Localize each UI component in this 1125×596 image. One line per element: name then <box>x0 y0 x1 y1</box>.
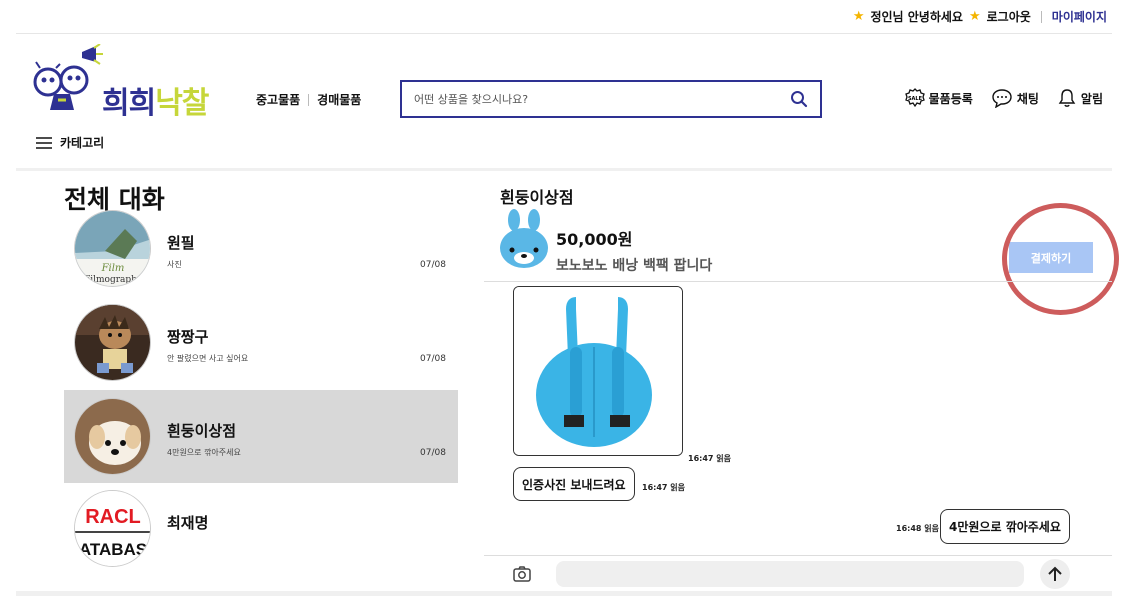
bottom-strip <box>16 591 1112 596</box>
logo-mascot-icon <box>33 43 103 110</box>
star-icon: ★ <box>852 9 865 24</box>
product-thumbnail[interactable] <box>498 208 550 270</box>
hamburger-icon <box>36 136 52 149</box>
svg-text:SALE: SALE <box>908 96 923 102</box>
avatar <box>74 398 151 475</box>
message-time: 16:47 읽음 <box>688 454 731 463</box>
divider <box>16 168 1112 171</box>
highlight-circle <box>1002 203 1119 315</box>
nav-auction-goods[interactable]: 경매물품 <box>317 91 361 108</box>
svg-text:Filmography: Filmography <box>84 275 143 285</box>
message-image[interactable] <box>513 286 683 456</box>
svg-text:Film: Film <box>101 263 125 274</box>
search-input[interactable] <box>414 92 790 106</box>
divider <box>16 33 1112 34</box>
avatar: Film Filmography <box>74 210 151 287</box>
register-item-button[interactable]: SALE 물품등록 <box>904 88 973 108</box>
chat-last-message: 4만원으로 깎아주세요 <box>167 448 241 457</box>
chat-list-item-active[interactable]: 흰둥이상점 4만원으로 깎아주세요 07/08 <box>64 390 458 483</box>
divider <box>484 281 1112 282</box>
chat-name: 원필 <box>167 234 195 252</box>
mypage-link[interactable]: 마이페이지 <box>1052 8 1107 25</box>
register-label: 물품등록 <box>928 91 973 106</box>
search-box <box>400 80 822 118</box>
chat-list-item[interactable]: RACL ATABAS 최재명 <box>64 482 458 575</box>
camera-icon <box>513 566 531 582</box>
alarm-button[interactable]: 알림 <box>1057 88 1103 108</box>
chat-last-message: 사진 <box>167 260 182 269</box>
chat-list-item[interactable]: 짱짱구 안 팔렸으면 사고 싶어요 07/08 <box>64 296 458 389</box>
chat-bubble-icon <box>992 89 1012 108</box>
chat-date: 07/08 <box>420 354 446 364</box>
product-price: 50,000원 <box>556 230 633 249</box>
chat-name: 짱짱구 <box>167 328 209 346</box>
search-icon[interactable] <box>790 90 808 108</box>
category-label: 카테고리 <box>60 136 105 150</box>
main-nav: 중고물품 경매물품 <box>256 91 361 108</box>
chat-label: 채팅 <box>1016 91 1039 106</box>
avatar <box>74 304 151 381</box>
nav-used-goods[interactable]: 중고물품 <box>256 91 300 108</box>
bell-icon <box>1058 89 1076 107</box>
avatar: RACL ATABAS <box>74 490 151 567</box>
conversation-title: 흰둥이상점 <box>500 188 574 207</box>
message-time: 16:48 읽음 <box>896 524 939 533</box>
alarm-label: 알림 <box>1080 91 1103 106</box>
message-time: 16:47 읽음 <box>642 483 685 492</box>
chat-name: 최재명 <box>167 514 209 532</box>
header-actions: SALE 물품등록 채팅 알림 <box>904 88 1103 108</box>
chat-button[interactable]: 채팅 <box>991 88 1039 108</box>
top-user-bar: ★ 정인님 안녕하세요 ★ 로그아웃 마이페이지 <box>853 8 1107 25</box>
chat-list-item[interactable]: Film Filmography 원필 사진 07/08 <box>64 202 458 295</box>
send-button[interactable] <box>1040 559 1070 589</box>
logout-link[interactable]: 로그아웃 <box>987 8 1031 25</box>
logo[interactable]: 희희낙찰 <box>30 43 230 121</box>
star-icon: ★ <box>968 9 981 24</box>
svg-text:RACL: RACL <box>85 506 141 528</box>
message-bubble: 인증사진 보내드려요 <box>513 467 635 501</box>
message-input[interactable] <box>556 561 1024 587</box>
divider <box>1040 10 1042 23</box>
arrow-up-icon <box>1048 566 1062 581</box>
category-menu-button[interactable]: 카테고리 <box>36 134 104 151</box>
svg-text:ATABAS: ATABAS <box>79 540 147 559</box>
message-bubble: 4만원으로 깎아주세요 <box>940 509 1070 544</box>
chat-date: 07/08 <box>420 260 446 270</box>
chat-date: 07/08 <box>420 448 446 458</box>
divider <box>484 555 1112 556</box>
product-title: 보노보노 배낭 백팩 팝니다 <box>556 258 713 274</box>
divider <box>308 93 310 106</box>
sale-tag-icon: SALE <box>904 88 925 108</box>
logo-text: 희희낙찰 <box>102 86 209 121</box>
chat-name: 흰둥이상점 <box>167 422 237 440</box>
greeting-text: 정인님 안녕하세요 <box>870 10 963 24</box>
camera-button[interactable] <box>511 563 533 585</box>
chat-last-message: 안 팔렸으면 사고 싶어요 <box>167 354 249 363</box>
